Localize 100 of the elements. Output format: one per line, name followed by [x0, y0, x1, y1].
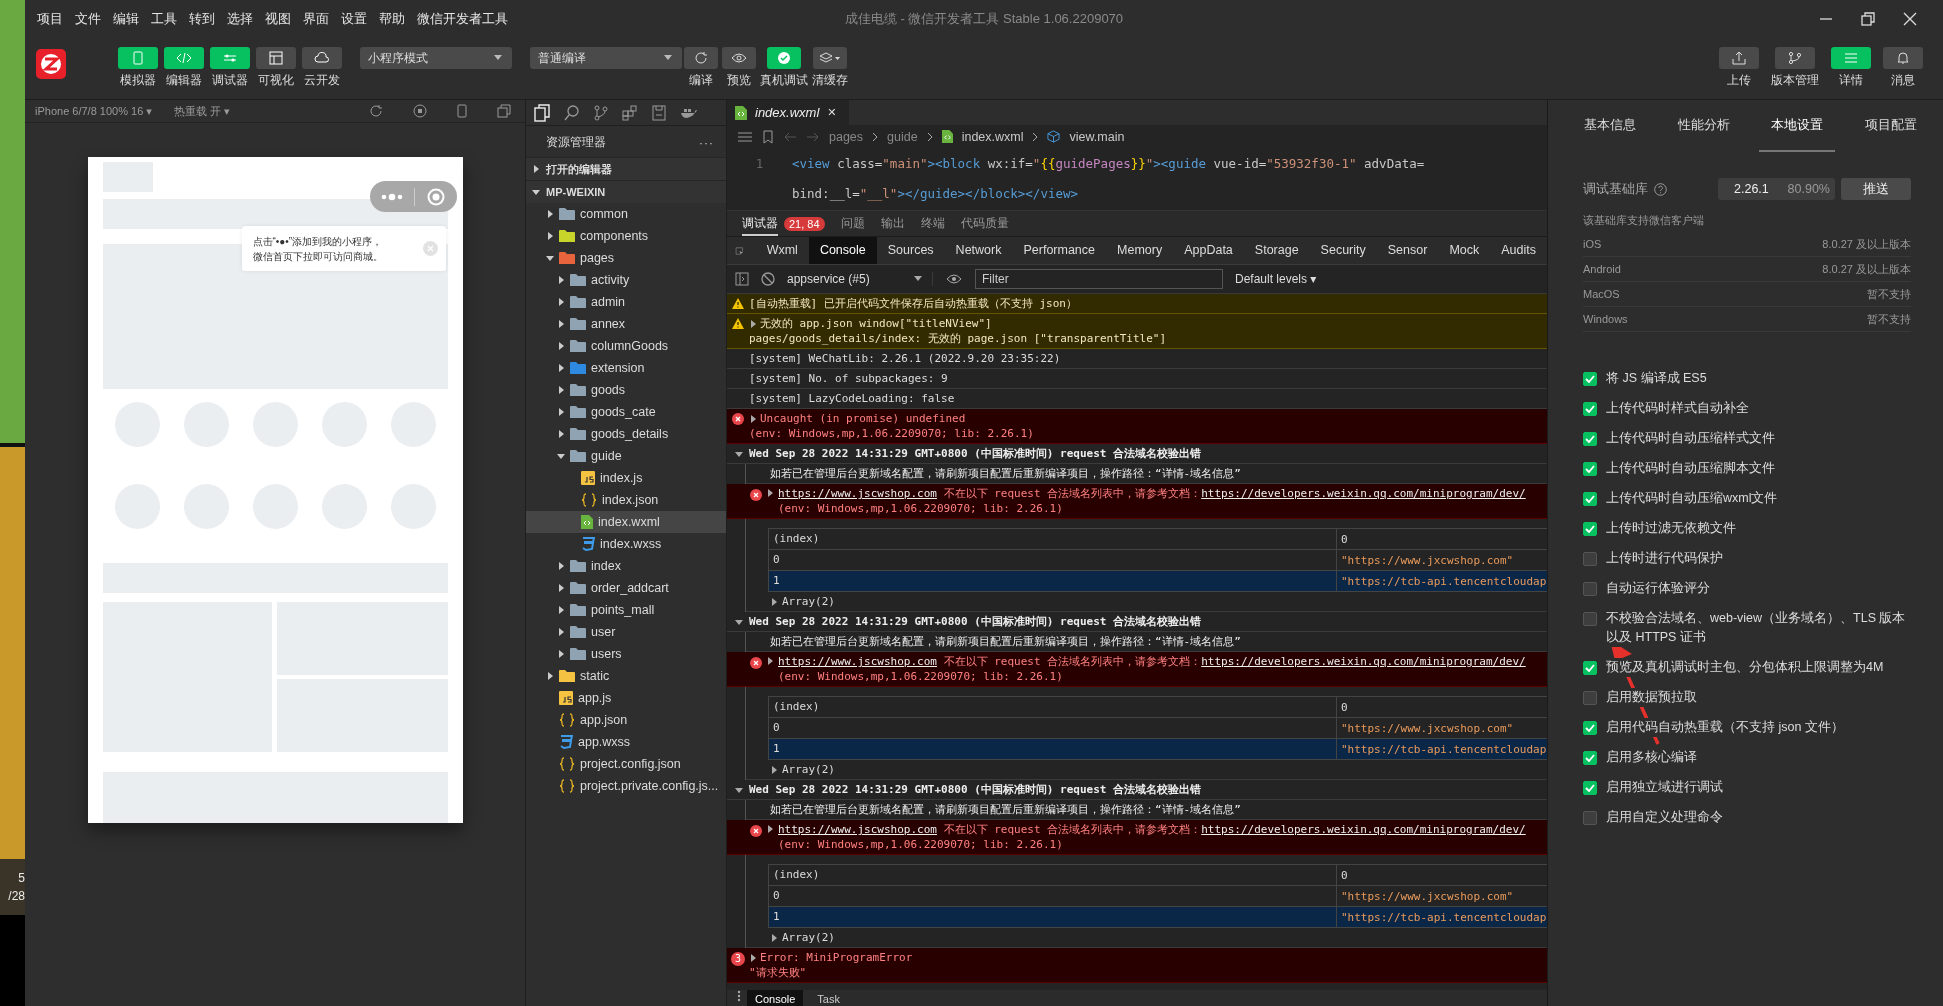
checkbox[interactable] — [1583, 781, 1597, 795]
tree-item[interactable]: app.json — [526, 709, 726, 731]
caret-right-icon[interactable] — [770, 597, 778, 606]
tree-item[interactable]: index.wxss — [526, 533, 726, 555]
compile-select[interactable]: 普通编译 — [530, 47, 682, 69]
tree-item[interactable]: goods_cate — [526, 401, 726, 423]
clear-icon[interactable] — [761, 272, 775, 286]
breadcrumb-item[interactable]: view.main — [1069, 129, 1125, 144]
extensions-icon[interactable] — [622, 104, 638, 121]
checkbox[interactable] — [1583, 402, 1597, 416]
eye-icon[interactable] — [945, 273, 963, 285]
tree-item[interactable]: goods — [526, 379, 726, 401]
link[interactable]: https://www.jscwshop.com — [778, 655, 937, 668]
section-header[interactable]: 打开的编辑器 — [526, 157, 726, 180]
tree-item[interactable]: guide — [526, 445, 726, 467]
checkbox[interactable] — [1583, 432, 1597, 446]
link[interactable]: https://www.jscwshop.com — [778, 487, 937, 500]
more-vertical-icon[interactable] — [737, 990, 741, 1002]
menu-item[interactable]: 编辑 — [113, 10, 139, 28]
context-select[interactable]: appservice (#5) — [787, 272, 933, 286]
editor-tab[interactable]: index.wxml ✕ — [727, 100, 849, 125]
search-icon[interactable] — [564, 104, 580, 121]
caret-right-icon[interactable] — [766, 489, 774, 497]
hot-reload-select[interactable]: 热重载 开 ▾ — [173, 103, 230, 119]
panel-tab[interactable]: 基本信息 — [1572, 100, 1648, 152]
panel-tab[interactable]: 性能分析 — [1665, 100, 1742, 152]
menu-item[interactable]: 微信开发者工具 — [417, 10, 508, 28]
checkbox[interactable] — [1583, 552, 1597, 566]
tree-item[interactable]: index.json — [526, 489, 726, 511]
forward-arrow-icon[interactable] — [806, 130, 820, 143]
stop-icon[interactable] — [413, 104, 427, 118]
branch-icon[interactable] — [594, 104, 608, 121]
checkbox[interactable] — [1583, 612, 1597, 626]
save-icon[interactable] — [652, 104, 666, 121]
tree-item[interactable]: goods_details — [526, 423, 726, 445]
capsule-button[interactable] — [369, 181, 457, 212]
tree-item[interactable]: common — [526, 203, 726, 225]
panel-tab[interactable]: 代码质量 — [960, 211, 1009, 236]
tree-item[interactable]: app.js — [526, 687, 726, 709]
checkbox[interactable] — [1583, 751, 1597, 765]
drawer-tab[interactable]: Console — [747, 990, 804, 1006]
devtools-tab[interactable]: Storage — [1243, 237, 1310, 264]
devtools-tab[interactable]: Security — [1309, 237, 1377, 264]
log-group-header[interactable]: Wed Sep 28 2022 14:31:29 GMT+0800 (中国标准时间) request 合法域名校验出错 — [727, 444, 1547, 464]
checkbox[interactable] — [1583, 721, 1597, 735]
menu-item[interactable]: 设置 — [341, 10, 367, 28]
devtools-tab[interactable]: Sources — [876, 237, 945, 264]
close-icon[interactable] — [1903, 12, 1917, 26]
tree-item[interactable]: user — [526, 621, 726, 643]
restore-icon[interactable] — [1861, 12, 1875, 26]
link[interactable]: https://www.jscwshop.com — [778, 823, 937, 836]
menu-item[interactable]: 视图 — [265, 10, 291, 28]
caret-right-icon[interactable] — [749, 953, 757, 962]
panel-tab[interactable]: 终端 — [920, 211, 945, 236]
tree-item[interactable]: users — [526, 643, 726, 665]
devtools-tab[interactable]: AppData — [1173, 237, 1244, 264]
checkbox[interactable] — [1583, 691, 1597, 705]
checkbox[interactable] — [1583, 661, 1597, 675]
caret-right-icon[interactable] — [749, 414, 757, 423]
filter-field[interactable]: Filter — [975, 269, 1223, 289]
tree-item[interactable]: components — [526, 225, 726, 247]
link[interactable]: https://developers.weixin.qq.com/miniprogram/dev/ — [1201, 823, 1526, 836]
tree-item[interactable]: project.private.config.js... — [526, 775, 726, 797]
devtools-tab[interactable]: Performance — [1012, 237, 1106, 264]
menu-item[interactable]: 转到 — [189, 10, 215, 28]
tree-item[interactable]: static — [526, 665, 726, 687]
checkbox[interactable] — [1583, 492, 1597, 506]
caret-right-icon[interactable] — [749, 319, 757, 328]
link[interactable]: https://developers.weixin.qq.com/miniprogram/dev/ — [1201, 487, 1526, 500]
mode-select[interactable]: 小程序模式 — [360, 47, 512, 69]
tree-item[interactable]: points_mall — [526, 599, 726, 621]
tree-item[interactable]: admin — [526, 291, 726, 313]
caret-right-icon[interactable] — [766, 825, 774, 833]
close-button[interactable]: ✕ — [827, 106, 837, 119]
device-select[interactable]: iPhone 6/7/8 100% 16 ▾ — [35, 104, 152, 118]
devtools-tab[interactable]: Sensor — [1376, 237, 1439, 264]
toolbar-button[interactable]: 版本管理 — [1771, 47, 1819, 89]
tree-item[interactable]: app.wxss — [526, 731, 726, 753]
breadcrumb-item[interactable]: index.wxml — [961, 129, 1024, 144]
checkbox[interactable] — [1583, 462, 1597, 476]
bookmark-icon[interactable] — [762, 129, 774, 144]
devtools-tab[interactable]: Console — [808, 237, 877, 264]
help-icon[interactable] — [1654, 182, 1667, 196]
devtools-tab[interactable]: Wxml — [755, 237, 809, 264]
menu-item[interactable]: 工具 — [151, 10, 177, 28]
tree-item[interactable]: project.config.json — [526, 753, 726, 775]
checkbox[interactable] — [1583, 811, 1597, 825]
devtools-tab[interactable]: Network — [944, 237, 1013, 264]
menu-item[interactable]: 项目 — [37, 10, 63, 28]
tree-item[interactable]: index — [526, 555, 726, 577]
devtools-tab[interactable]: Mock — [1438, 237, 1491, 264]
tree-item[interactable]: pages — [526, 247, 726, 269]
back-arrow-icon[interactable] — [783, 130, 797, 143]
caret-right-icon[interactable] — [766, 657, 774, 665]
phone-icon[interactable] — [457, 104, 467, 118]
menu-item[interactable]: 文件 — [75, 10, 101, 28]
devtools-tab[interactable]: Audits — [1490, 237, 1547, 264]
refresh-icon[interactable] — [369, 104, 383, 118]
link[interactable]: https://developers.weixin.qq.com/miniprogram/dev/ — [1201, 655, 1526, 668]
tree-item[interactable]: index.js — [526, 467, 726, 489]
